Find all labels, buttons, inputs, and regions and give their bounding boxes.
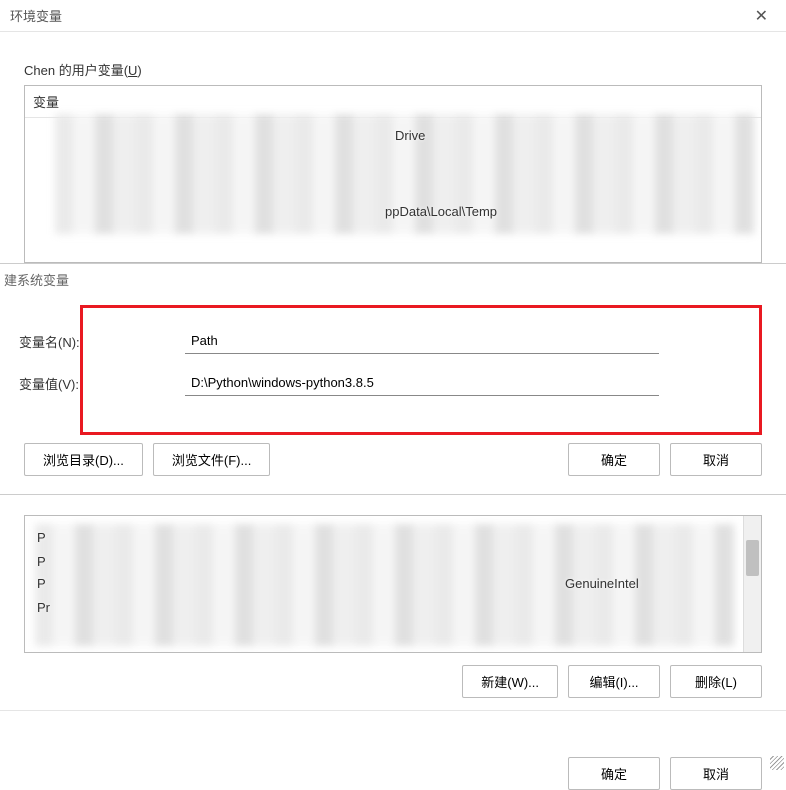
dialog-title: 建系统变量	[0, 264, 786, 305]
dialog-button-row: 浏览目录(D)... 浏览文件(F)... 确定 取消	[0, 435, 786, 484]
edit-button[interactable]: 编辑(I)...	[568, 665, 660, 698]
browse-directory-button[interactable]: 浏览目录(D)...	[24, 443, 143, 476]
variable-value-label: 变量值(V):	[15, 374, 85, 393]
title-bar: 环境变量 ✕	[0, 0, 786, 32]
variable-value-input[interactable]	[185, 370, 659, 396]
variable-name-label: 变量名(N):	[15, 332, 85, 351]
partial-text: P	[37, 576, 46, 591]
user-vars-table[interactable]: 变量 Drive ppData\Local\Temp	[24, 85, 762, 263]
main-ok-button[interactable]: 确定	[568, 757, 660, 790]
variable-value-row: 变量值(V):	[15, 370, 667, 396]
highlight-box: 变量名(N): 变量值(V):	[80, 305, 762, 435]
window-title: 环境变量	[10, 6, 62, 25]
close-icon[interactable]: ✕	[749, 4, 774, 28]
main-cancel-button[interactable]: 取消	[670, 757, 762, 790]
new-button[interactable]: 新建(W)...	[462, 665, 558, 698]
resize-grip-icon[interactable]	[770, 756, 784, 770]
user-vars-label: Chen 的用户变量(U)	[24, 60, 786, 79]
partial-text: Pr	[37, 600, 50, 615]
new-system-variable-dialog: 建系统变量 变量名(N): 变量值(V): 浏览目录(D)... 浏览文件(F)…	[0, 263, 786, 495]
partial-text: ppData\Local\Temp	[385, 204, 497, 219]
partial-text: P	[37, 530, 46, 545]
delete-button[interactable]: 删除(L)	[670, 665, 762, 698]
scrollbar[interactable]	[743, 516, 761, 652]
partial-text: P	[37, 554, 46, 569]
scrollbar-thumb[interactable]	[746, 540, 759, 576]
system-vars-button-row: 新建(W)... 编辑(I)... 删除(L)	[0, 653, 786, 698]
dialog-cancel-button[interactable]: 取消	[670, 443, 762, 476]
system-vars-table[interactable]: P P P GenuineIntel Pr	[24, 515, 762, 653]
partial-text: GenuineIntel	[565, 576, 639, 591]
main-button-row: 确定 取消	[0, 710, 786, 790]
browse-file-button[interactable]: 浏览文件(F)...	[153, 443, 270, 476]
dialog-ok-button[interactable]: 确定	[568, 443, 660, 476]
variable-name-row: 变量名(N):	[15, 328, 667, 354]
variable-name-input[interactable]	[185, 328, 659, 354]
partial-text: Drive	[395, 128, 425, 143]
